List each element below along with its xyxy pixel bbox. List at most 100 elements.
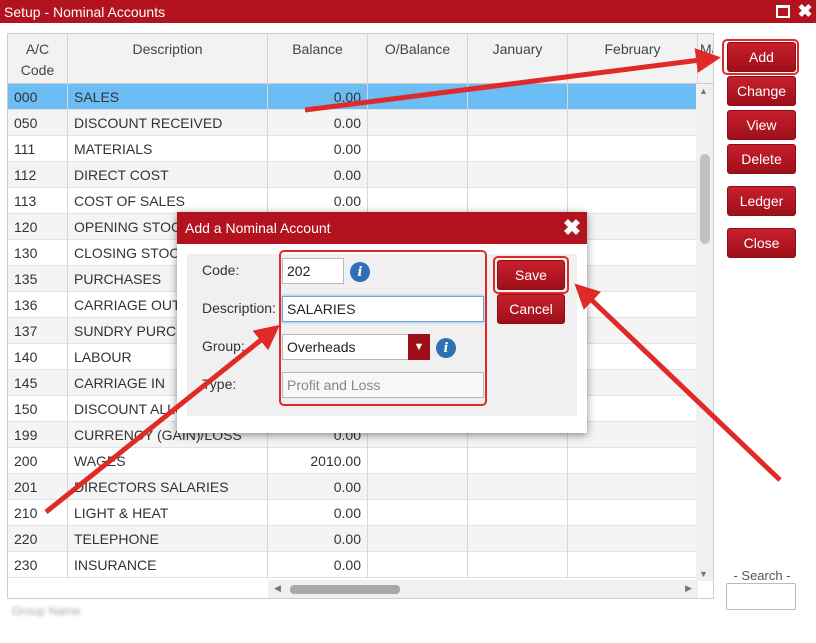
table-row[interactable]: 111 MATERIALS 0.00 [8, 136, 698, 162]
table-cell: DISCOUNT RECEIVED [68, 110, 268, 136]
table-cell: 113 [8, 188, 68, 214]
scroll-left-icon[interactable]: ◀ [274, 583, 281, 594]
change-button[interactable]: Change [727, 76, 796, 106]
table-cell [468, 84, 568, 110]
horizontal-scrollbar[interactable]: ◀ ▶ [268, 580, 698, 598]
table-cell: INSURANCE [68, 552, 268, 578]
table-cell: 130 [8, 240, 68, 266]
table-cell [568, 240, 698, 266]
column-description[interactable]: Description [68, 34, 268, 84]
table-cell [568, 370, 698, 396]
maximize-icon [776, 5, 790, 18]
column-january[interactable]: January [468, 34, 568, 84]
table-cell [568, 422, 698, 448]
scroll-up-icon[interactable]: ▲ [699, 86, 708, 96]
table-cell: 0.00 [268, 500, 368, 526]
table-cell: 0.00 [268, 552, 368, 578]
horizontal-scroll-thumb[interactable] [290, 585, 400, 594]
dialog-title: Add a Nominal Account [185, 220, 331, 236]
table-cell [568, 162, 698, 188]
column-code[interactable]: A/C Code [8, 34, 68, 84]
table-cell: 0.00 [268, 474, 368, 500]
close-icon: ✖ [797, 1, 813, 21]
table-cell [568, 266, 698, 292]
table-row[interactable]: 050 DISCOUNT RECEIVED 0.00 [8, 110, 698, 136]
group-label: Group: [202, 338, 245, 354]
column-march-partial[interactable]: Ma [698, 34, 713, 84]
table-cell: 050 [8, 110, 68, 136]
table-cell [468, 162, 568, 188]
cancel-button[interactable]: Cancel [497, 294, 565, 324]
dialog-header: Add a Nominal Account ✖ [177, 212, 587, 244]
maximize-button[interactable] [772, 1, 794, 23]
table-cell [368, 110, 468, 136]
table-cell: 0.00 [268, 526, 368, 552]
grid-header: A/C Code Description Balance O/Balance J… [8, 34, 713, 84]
table-row[interactable]: 220 TELEPHONE 0.00 [8, 526, 698, 552]
code-label: Code: [202, 262, 240, 278]
vertical-scroll-thumb[interactable] [700, 154, 710, 244]
search-input[interactable] [726, 583, 796, 610]
table-cell [468, 136, 568, 162]
table-cell: SALES [68, 84, 268, 110]
table-cell: 120 [8, 214, 68, 240]
table-cell [568, 448, 698, 474]
table-cell [568, 136, 698, 162]
table-row[interactable]: 000 SALES 0.00 [8, 84, 698, 110]
add-highlight-box [722, 39, 799, 75]
table-cell: 111 [8, 136, 68, 162]
table-cell [568, 214, 698, 240]
table-cell: 199 [8, 422, 68, 448]
table-cell [468, 188, 568, 214]
table-row[interactable]: 230 INSURANCE 0.00 [8, 552, 698, 578]
table-cell: LIGHT & HEAT [68, 500, 268, 526]
close-window-button[interactable]: ✖ [794, 1, 816, 23]
table-cell [468, 474, 568, 500]
table-cell [568, 110, 698, 136]
table-cell [568, 500, 698, 526]
table-row[interactable]: 201 DIRECTORS SALARIES 0.00 [8, 474, 698, 500]
table-cell: 112 [8, 162, 68, 188]
table-cell: 210 [8, 500, 68, 526]
table-cell: 0.00 [268, 188, 368, 214]
scroll-right-icon[interactable]: ▶ [685, 583, 692, 594]
table-cell: 230 [8, 552, 68, 578]
column-february[interactable]: February [568, 34, 698, 84]
table-cell: DIRECT COST [68, 162, 268, 188]
vertical-scrollbar[interactable]: ▲ ▼ [696, 84, 713, 581]
table-cell [568, 188, 698, 214]
dialog-close-icon[interactable]: ✖ [557, 215, 587, 241]
table-cell [468, 500, 568, 526]
delete-button[interactable]: Delete [727, 144, 796, 174]
table-cell: 136 [8, 292, 68, 318]
add-nominal-account-dialog: Add a Nominal Account ✖ Code: 202 i Desc… [177, 212, 587, 433]
view-button[interactable]: View [727, 110, 796, 140]
table-cell [468, 448, 568, 474]
table-row[interactable]: 210 LIGHT & HEAT 0.00 [8, 500, 698, 526]
table-row[interactable]: 113 COST OF SALES 0.00 [8, 188, 698, 214]
column-balance[interactable]: Balance [268, 34, 368, 84]
window-title: Setup - Nominal Accounts [4, 3, 166, 20]
table-row[interactable]: 200 WAGES 2010.00 [8, 448, 698, 474]
ledger-button[interactable]: Ledger [727, 186, 796, 216]
table-row[interactable]: 112 DIRECT COST 0.00 [8, 162, 698, 188]
table-cell: 145 [8, 370, 68, 396]
table-cell [368, 526, 468, 552]
dialog-body: Code: 202 i Description: SALARIES Group:… [187, 250, 577, 416]
table-cell [568, 396, 698, 422]
table-cell: 200 [8, 448, 68, 474]
table-cell: 0.00 [268, 136, 368, 162]
scroll-down-icon[interactable]: ▼ [699, 569, 708, 579]
column-obalance[interactable]: O/Balance [368, 34, 468, 84]
table-cell: MATERIALS [68, 136, 268, 162]
save-highlight-box [493, 256, 569, 294]
table-cell: 0.00 [268, 162, 368, 188]
table-cell: 137 [8, 318, 68, 344]
table-cell: COST OF SALES [68, 188, 268, 214]
table-cell [468, 526, 568, 552]
table-cell: WAGES [68, 448, 268, 474]
close-button[interactable]: Close [727, 228, 796, 258]
table-cell [368, 162, 468, 188]
table-cell [368, 188, 468, 214]
window-titlebar: Setup - Nominal Accounts ✖ [0, 0, 816, 23]
